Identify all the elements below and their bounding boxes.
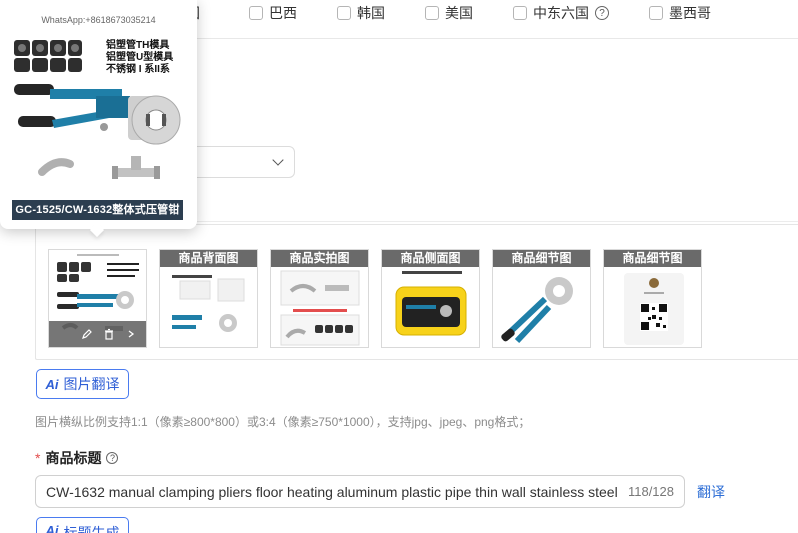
- checkbox[interactable]: [337, 6, 351, 20]
- help-icon[interactable]: ?: [106, 452, 119, 464]
- title-input[interactable]: CW-1632 manual clamping pliers floor hea…: [35, 475, 685, 508]
- preview-feature-text: 铝塑管TH模具 铝塑管U型模具 不锈钢 I 系II系: [106, 40, 173, 76]
- required-mark: *: [35, 450, 41, 466]
- qr-image-thumb[interactable]: 商品细节图: [603, 249, 702, 348]
- real-image-thumb[interactable]: 商品实拍图: [270, 249, 369, 348]
- thumb-action-overlay: [49, 321, 146, 347]
- real-image: [280, 270, 360, 346]
- country-label: 韩国: [357, 5, 385, 21]
- image-preview-popover: WhatsApp:+8618673035214 铝塑管TH模具 铝塑管U型模具 …: [0, 0, 197, 229]
- char-counter: 118/128: [627, 484, 674, 499]
- image-format-hint: 图片横纵比例支持1:1（像素≥800*800）或3:4（像素≥750*1000）…: [35, 415, 531, 429]
- qr-image: [624, 273, 684, 345]
- thumb-label: 商品细节图: [604, 250, 701, 267]
- country-checkbox-kr[interactable]: 韩国: [337, 3, 385, 23]
- title-generate-label: 标题生成: [63, 525, 120, 533]
- preview-line-1: 铝塑管TH模具: [106, 40, 170, 51]
- detail-image-thumb[interactable]: 商品细节图: [492, 249, 591, 348]
- preview-caption: GC-1525/CW-1632整体式压管钳: [12, 200, 183, 220]
- ai-icon: Ai: [45, 376, 59, 392]
- back-image: [166, 273, 252, 343]
- country-checkbox-mx[interactable]: 墨西哥: [649, 3, 711, 23]
- image-translate-button[interactable]: Ai 图片翻译: [36, 369, 129, 399]
- country-checkbox-us[interactable]: 美国: [425, 3, 473, 23]
- country-label: 中东六国: [533, 5, 589, 21]
- thumb-label: 商品实拍图: [271, 250, 368, 267]
- title-generate-button[interactable]: Ai 标题生成: [36, 517, 129, 533]
- checkbox[interactable]: [513, 6, 527, 20]
- title-field-label: * 商品标题 ?: [35, 448, 119, 468]
- delete-icon[interactable]: [102, 327, 116, 341]
- country-label: 巴西: [269, 5, 297, 21]
- country-label: 美国: [445, 5, 473, 21]
- checkbox[interactable]: [649, 6, 663, 20]
- divider: [196, 221, 798, 222]
- preview-line-3: 不锈钢 I 系II系: [106, 64, 170, 75]
- thumb-label: 商品侧面图: [382, 250, 479, 267]
- chevron-down-icon: [272, 154, 284, 166]
- image-translate-label: 图片翻译: [63, 376, 120, 392]
- checkbox[interactable]: [425, 6, 439, 20]
- detail-image: [501, 277, 573, 344]
- ai-icon: Ai: [45, 523, 59, 533]
- country-label: 墨西哥: [669, 5, 711, 21]
- back-image-thumb[interactable]: 商品背面图: [159, 249, 258, 348]
- side-image: [395, 271, 467, 336]
- preview-line-2: 铝塑管U型模具: [106, 52, 174, 63]
- country-checkbox-me[interactable]: 中东六国 ?: [513, 3, 609, 23]
- product-image-gallery: 商品背面图 商品实拍图 商品侧面图 商品细节图 商品细节图: [35, 224, 798, 360]
- title-input-value[interactable]: CW-1632 manual clamping pliers floor hea…: [46, 484, 620, 500]
- preview-product-image: [14, 40, 181, 179]
- title-translate-link[interactable]: 翻译: [697, 482, 725, 502]
- chevron-right-icon[interactable]: [124, 327, 138, 341]
- thumb-label: 商品细节图: [493, 250, 590, 267]
- thumb-label: 商品背面图: [160, 250, 257, 267]
- title-label: 商品标题: [45, 450, 102, 466]
- edit-icon[interactable]: [80, 327, 94, 341]
- main-image-thumb[interactable]: [48, 249, 147, 348]
- checkbox[interactable]: [249, 6, 263, 20]
- country-checkbox-br[interactable]: 巴西: [249, 3, 297, 23]
- help-icon[interactable]: ?: [595, 6, 609, 20]
- divider: [196, 38, 798, 39]
- side-image-thumb[interactable]: 商品侧面图: [381, 249, 480, 348]
